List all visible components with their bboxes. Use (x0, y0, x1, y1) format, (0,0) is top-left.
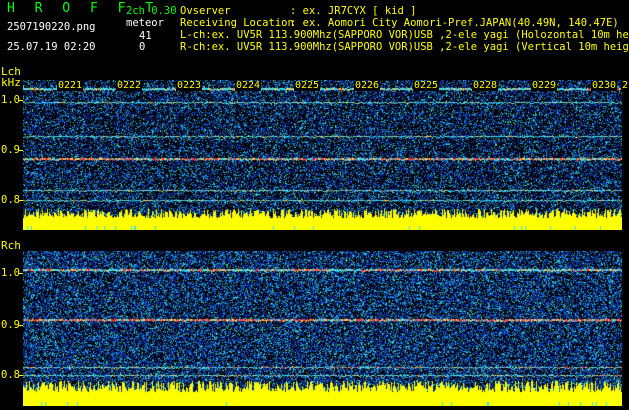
lch-info: L-ch:ex. UV5R 113.900Mhz(SAPPORO VOR)USB… (180, 29, 629, 41)
hour-label: 0225 (413, 80, 440, 91)
rch-ytick-2: 0.9 (1, 319, 20, 331)
rch-spectrogram (23, 251, 622, 406)
observer-label: Ovserver (180, 5, 231, 17)
hour-label: 0228 (472, 80, 499, 91)
mode-label: 2ch 0.30 (126, 5, 177, 17)
hour-label: 0229 (531, 80, 558, 91)
lch-ytick-3: 0.8 (1, 194, 20, 206)
rch-label: Rch (1, 239, 21, 252)
lch-unit: kHz (1, 76, 21, 89)
datetime-label: 25.07.19 02:20 (7, 41, 96, 53)
hour-label: 2 (621, 80, 629, 91)
location-value: : ex. Aomori City Aomori-Pref.JAPAN(40.4… (290, 17, 619, 29)
hour-label: 0224 (235, 80, 262, 91)
location-label: Receiving Location (180, 17, 294, 29)
rch-info: R-ch:ex. UV5R 113.900Mhz(SAPPORO VOR)USB… (180, 41, 629, 53)
lch-spectrogram (23, 80, 622, 230)
lch-spectrogram-canvas (23, 80, 622, 230)
lch-ytick-1: 1.0 (1, 94, 20, 106)
hour-label: 0221 (57, 80, 84, 91)
rch-ytick-3: 0.8 (1, 369, 20, 381)
lch-ytick-2: 0.9 (1, 144, 20, 156)
meteor-count-r: 0 (139, 41, 146, 53)
hour-label: 0222 (116, 80, 143, 91)
hour-label: 0226 (354, 80, 381, 91)
filename-label: 2507190220.png (7, 21, 96, 33)
rch-spectrogram-canvas (23, 251, 622, 406)
hour-label: 0230 (591, 80, 618, 91)
hour-label: 0223 (176, 80, 203, 91)
hour-label: 0225 (294, 80, 321, 91)
meteor-label: meteor (126, 17, 164, 29)
rch-ytick-1: 1.0 (1, 267, 20, 279)
observer-value: : ex. JR7CYX [ kid ] (290, 5, 417, 17)
